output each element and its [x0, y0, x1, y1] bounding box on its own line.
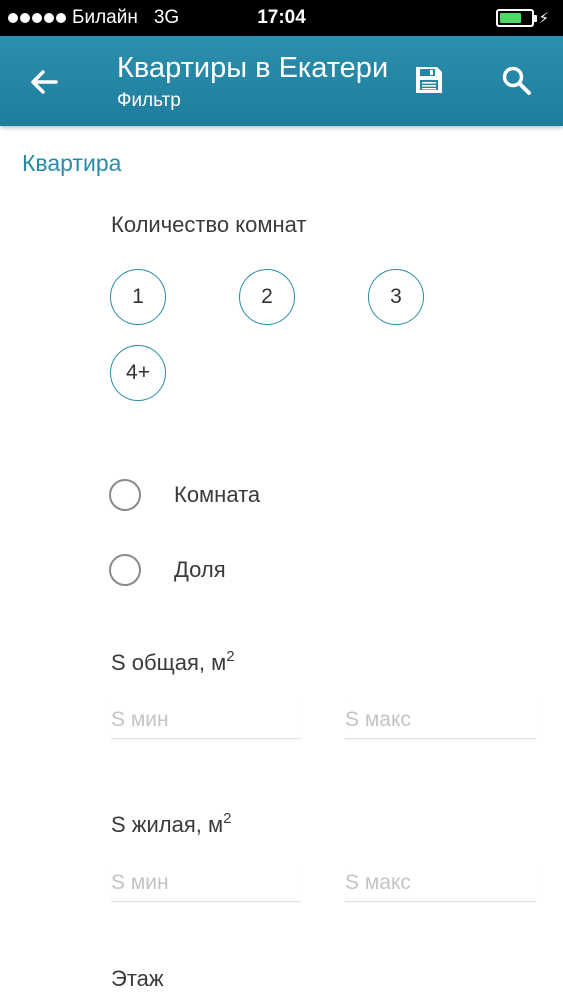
area-total-label-text: S общая, м: [111, 650, 227, 675]
back-button[interactable]: [26, 64, 62, 100]
app-bar: Квартиры в Екатеринбурге Фильтр: [0, 36, 563, 126]
section-title: Квартира: [22, 150, 122, 176]
area-living-unit-sup: 2: [223, 810, 232, 827]
area-total-min-field[interactable]: [111, 701, 301, 739]
room-count-4plus-button[interactable]: 4+: [110, 345, 166, 401]
page-title: Квартиры в Екатеринбурге: [117, 52, 387, 84]
radio-room[interactable]: Комната: [109, 479, 260, 511]
area-total-min-input[interactable]: [111, 701, 301, 738]
area-living-min-field[interactable]: [111, 864, 301, 902]
radio-label-room: Комната: [174, 482, 261, 507]
area-living-max-field[interactable]: [345, 864, 536, 902]
rooms-label: Количество комнат: [111, 212, 307, 237]
area-total-max-field[interactable]: [345, 701, 536, 739]
area-living-label: S жилая, м2: [111, 810, 231, 838]
room-count-3-button[interactable]: 3: [368, 269, 424, 325]
radio-label-share: Доля: [174, 557, 226, 582]
save-button[interactable]: [413, 64, 445, 96]
page-subtitle: Фильтр: [117, 90, 181, 111]
battery-icon: [496, 9, 538, 27]
area-living-label-text: S жилая, м: [111, 812, 224, 837]
radio-button[interactable]: [109, 479, 141, 511]
area-total-unit-sup: 2: [226, 648, 235, 665]
radio-button[interactable]: [109, 554, 141, 586]
room-count-1-button[interactable]: 1: [110, 269, 166, 325]
area-total-label: S общая, м2: [111, 648, 235, 676]
area-living-max-input[interactable]: [345, 864, 536, 901]
search-icon: [502, 66, 531, 95]
floor-label: Этаж: [111, 966, 164, 991]
battery-indicator: ⚡: [496, 9, 549, 27]
save-icon: [416, 67, 442, 93]
area-living-min-input[interactable]: [111, 864, 301, 901]
search-button[interactable]: [500, 64, 534, 98]
status-time: 17:04: [257, 7, 306, 28]
charging-icon: ⚡: [538, 10, 549, 27]
room-count-2-button[interactable]: 2: [239, 269, 295, 325]
app-bar-titles: Квартиры в Екатеринбурге Фильтр: [117, 50, 387, 114]
radio-share[interactable]: Доля: [109, 554, 226, 586]
area-total-max-input[interactable]: [345, 701, 536, 738]
arrow-back-icon: [31, 70, 58, 94]
status-bar: Билайн 3G 17:04 ⚡: [0, 0, 563, 36]
